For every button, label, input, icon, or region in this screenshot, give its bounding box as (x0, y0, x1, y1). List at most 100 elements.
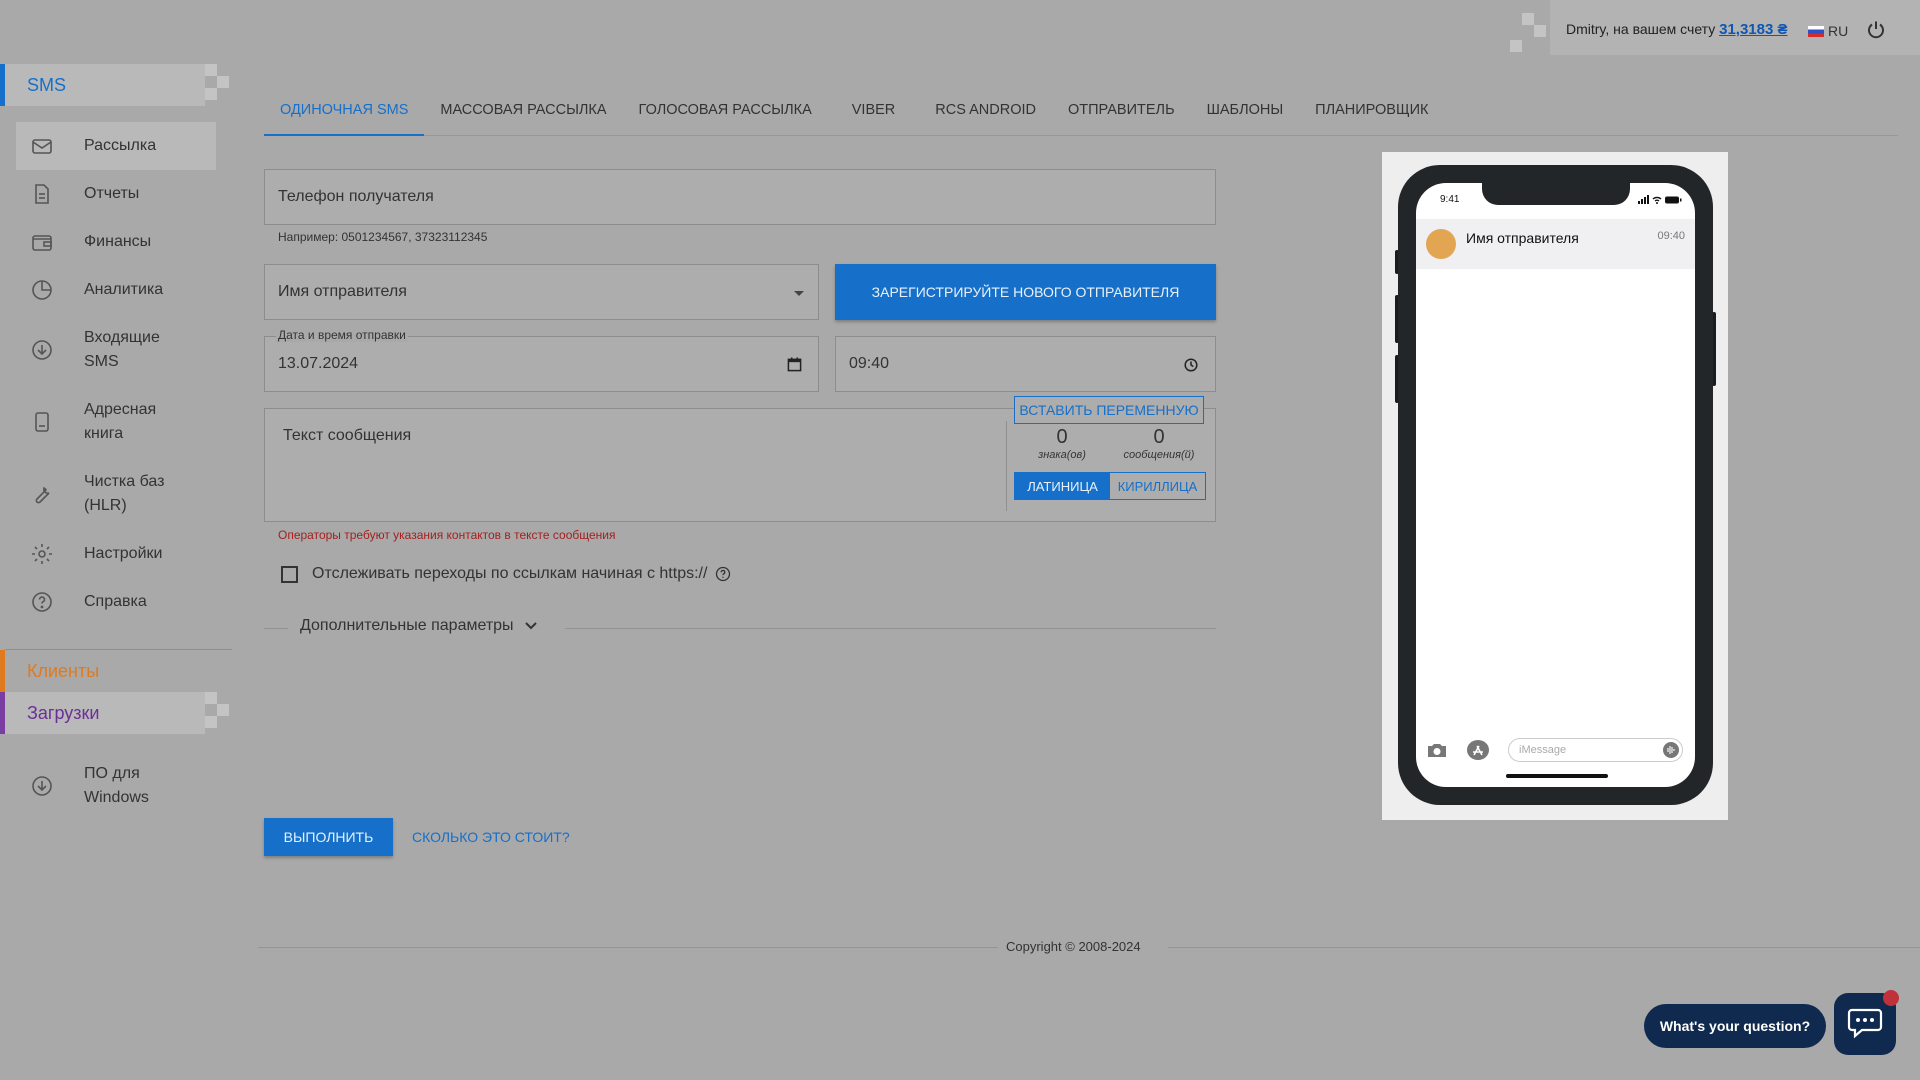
sidebar-item-settings[interactable]: Настройки (16, 542, 216, 566)
tab-voice-mailing[interactable]: ГОЛОСОВАЯ РАССЫЛКА (623, 96, 828, 136)
decor-pixel (1522, 13, 1534, 25)
gear-icon (32, 544, 52, 564)
cyrillic-button[interactable]: КИРИЛЛИЦА (1110, 473, 1205, 499)
decor-pixel (1534, 25, 1546, 37)
sender-chat-row: Имя отправителя 09:40 (1416, 219, 1695, 269)
decor-pixel (205, 64, 217, 76)
audio-wave-icon (1663, 742, 1679, 758)
wallet-icon (32, 235, 52, 251)
chat-question-bubble[interactable]: What's your question? (1644, 1004, 1826, 1048)
preview-sender-name: Имя отправителя (1466, 230, 1579, 246)
home-indicator (1506, 774, 1608, 778)
tab-scheduler[interactable]: ПЛАНИРОВЩИК (1299, 96, 1444, 136)
help-circle-icon (32, 592, 52, 612)
decor-pixel (205, 692, 217, 704)
sidebar-item-label: Входящие SMS (84, 329, 160, 370)
help-circle-icon[interactable] (715, 566, 731, 582)
dropdown-caret-icon (794, 291, 804, 296)
account-prefix: Dmitry, на вашем счету (1566, 21, 1716, 37)
date-input[interactable]: 13.07.2024 (264, 336, 819, 392)
decor-pixel (205, 88, 217, 100)
sidebar-section-downloads[interactable]: Загрузки (0, 692, 205, 734)
avatar (1426, 229, 1456, 259)
sidebar-item-windows-software[interactable]: ПО для Windows (16, 762, 216, 810)
account-balance: Dmitry, на вашем счету 31,3183 ₴ (1566, 21, 1788, 38)
phone-mockup: 9:41 Имя отправителя 09:40 iMessage (1398, 165, 1713, 805)
power-icon[interactable] (1866, 20, 1886, 40)
document-icon (35, 184, 49, 204)
sidebar-item-finance[interactable]: Финансы (16, 230, 216, 254)
sidebar-item-reports[interactable]: Отчеты (16, 182, 216, 206)
download-circle-icon (32, 776, 52, 796)
run-button[interactable]: ВЫПОЛНИТЬ (264, 818, 393, 856)
imessage-placeholder: iMessage (1519, 744, 1567, 756)
russia-flag-icon (1808, 25, 1824, 37)
sms-preview-panel: 9:41 Имя отправителя 09:40 iMessage (1382, 152, 1728, 820)
track-links-label: Отслеживать переходы по ссылкам начиная … (312, 565, 708, 582)
advanced-divider (565, 628, 1216, 629)
sidebar-item-label: ПО для Windows (84, 765, 149, 806)
tab-templates[interactable]: ШАБЛОНЫ (1191, 96, 1300, 136)
sidebar-item-analytics[interactable]: Аналитика (16, 278, 216, 302)
tab-bulk-mailing[interactable]: МАССОВАЯ РАССЫЛКА (424, 96, 622, 136)
sidebar-item-inbox-sms[interactable]: Входящие SMS (16, 326, 216, 374)
sidebar-item-label: Аналитика (84, 281, 164, 298)
recipient-phone-placeholder: Телефон получателя (278, 188, 434, 205)
decor-pixel (217, 704, 229, 716)
decor-pixel (1510, 40, 1522, 52)
time-value: 09:40 (849, 355, 890, 372)
language-selector[interactable]: RU (1808, 23, 1848, 39)
sender-name-select[interactable]: Имя отправителя (264, 264, 819, 320)
advanced-divider (264, 628, 288, 629)
insert-variable-button[interactable]: ВСТАВИТЬ ПЕРЕМЕННУЮ (1014, 396, 1204, 424)
sidebar-item-label: Чистка баз (HLR) (84, 473, 165, 514)
balance-link[interactable]: 31,3183 ₴ (1719, 21, 1787, 38)
sidebar-item-hlr[interactable]: Чистка баз (HLR) (16, 470, 216, 518)
sidebar-section-sms-label: SMS (27, 74, 67, 95)
sidebar-item-address-book[interactable]: Адресная книга (16, 398, 216, 446)
imessage-input: iMessage (1508, 738, 1683, 762)
cost-link[interactable]: СКОЛЬКО ЭТО СТОИТ? (412, 829, 570, 845)
time-input[interactable]: 09:40 (835, 336, 1216, 392)
pie-chart-icon (32, 280, 52, 300)
status-time: 9:41 (1440, 194, 1460, 205)
track-links-row: Отслеживать переходы по ссылкам начиная … (281, 565, 731, 583)
datetime-label: Дата и время отправки (276, 328, 408, 342)
track-links-checkbox[interactable] (281, 565, 298, 583)
sidebar-section-downloads-label: Загрузки (27, 702, 100, 723)
sidebar-item-label: Финансы (84, 233, 152, 250)
message-count: 0 (1153, 426, 1165, 448)
latin-button[interactable]: ЛАТИНИЦА (1015, 473, 1110, 499)
tab-viber[interactable]: VIBER (828, 96, 920, 136)
char-count-label: знака(ов) (1038, 449, 1086, 461)
message-placeholder: Текст сообщения (283, 427, 412, 444)
calendar-icon[interactable] (787, 357, 802, 372)
status-icons (1638, 195, 1682, 204)
decor-pixel (217, 76, 229, 88)
sidebar-section-sms[interactable]: SMS (0, 64, 205, 106)
phone-screen: 9:41 Имя отправителя 09:40 iMessage (1416, 183, 1695, 787)
sidebar-section-clients-label: Клиенты (27, 660, 100, 681)
clock-icon[interactable] (1184, 358, 1198, 372)
sidebar-section-clients[interactable]: Клиенты (0, 650, 205, 692)
preview-time: 09:40 (1657, 230, 1685, 242)
footer-divider (258, 947, 998, 948)
tab-sender[interactable]: ОТПРАВИТЕЛЬ (1052, 96, 1191, 136)
sender-name-placeholder: Имя отправителя (278, 283, 407, 300)
char-counter: 0 знака(ов) (1022, 426, 1102, 461)
sidebar-item-label: Справка (84, 593, 147, 610)
address-book-icon (35, 412, 49, 432)
sidebar-item-label: Рассылка (84, 137, 157, 154)
advanced-params-toggle[interactable]: Дополнительные параметры (300, 617, 538, 635)
sidebar-item-mailing[interactable]: Рассылка (16, 122, 216, 170)
sidebar-item-label: Адресная книга (84, 401, 157, 442)
tab-single-sms[interactable]: ОДИНОЧНАЯ SMS (264, 96, 425, 136)
message-divider (1006, 421, 1007, 511)
sidebar-item-label: Настройки (84, 545, 163, 562)
sidebar-item-help[interactable]: Справка (16, 590, 216, 614)
register-sender-button[interactable]: ЗАРЕГИСТРИРУЙТЕ НОВОГО ОТПРАВИТЕЛЯ (835, 264, 1216, 320)
tab-rcs-android[interactable]: RCS ANDROID (919, 96, 1052, 136)
phone-hint: Например: 0501234567, 37323112345 (278, 230, 488, 244)
recipient-phone-input[interactable]: Телефон получателя (264, 169, 1216, 225)
chat-bubble-icon (1847, 1008, 1883, 1039)
